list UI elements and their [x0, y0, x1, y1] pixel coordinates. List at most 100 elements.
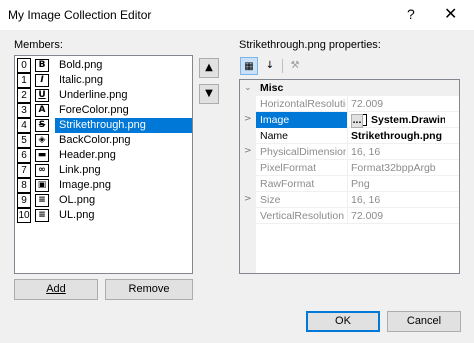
- list-item[interactable]: 10 ≡ UL.png: [17, 208, 192, 223]
- header-icon: ▬: [35, 149, 49, 162]
- item-index: 10: [17, 208, 31, 223]
- property-name: PixelFormat: [260, 162, 317, 174]
- help-button[interactable]: ?: [407, 6, 415, 22]
- item-name: Underline.png: [59, 89, 128, 101]
- item-index: 4: [17, 118, 31, 133]
- property-row[interactable]: VerticalResolution 72.009: [256, 208, 459, 224]
- expand-icon[interactable]: >: [244, 146, 252, 156]
- properties-label: Strikethrough.png properties:: [239, 39, 381, 51]
- item-name: UL.png: [59, 209, 95, 221]
- list-item[interactable]: 6 ▬ Header.png: [17, 148, 192, 163]
- bold-icon: B: [35, 59, 49, 72]
- collapse-icon[interactable]: ⌄: [244, 83, 252, 93]
- remove-button-label: Remove: [128, 283, 170, 295]
- italic-icon: I: [35, 74, 49, 87]
- unordered-list-icon: ≡: [35, 209, 49, 222]
- expand-icon[interactable]: >: [244, 114, 252, 124]
- property-row[interactable]: Size 16, 16: [256, 192, 459, 208]
- cancel-button-label: Cancel: [406, 315, 442, 327]
- grid-margin: [240, 80, 256, 273]
- list-item[interactable]: 3 A ForeColor.png: [17, 103, 192, 118]
- window-title: My Image Collection Editor: [8, 8, 152, 22]
- close-icon[interactable]: ✕: [444, 4, 457, 24]
- cancel-button[interactable]: Cancel: [387, 311, 461, 332]
- ok-button[interactable]: OK: [306, 311, 380, 332]
- list-item-selected[interactable]: 4 S Strikethrough.png: [17, 118, 192, 133]
- item-name: ForeColor.png: [59, 104, 129, 116]
- list-item[interactable]: 1 I Italic.png: [17, 73, 192, 88]
- property-value: 72.009: [351, 98, 384, 110]
- list-item[interactable]: 8 ▣ Image.png: [17, 178, 192, 193]
- property-value: Png: [351, 178, 370, 190]
- underline-icon: U: [35, 89, 49, 102]
- item-index: 2: [17, 88, 31, 103]
- list-item[interactable]: 2 U Underline.png: [17, 88, 192, 103]
- list-item[interactable]: 0 B Bold.png: [17, 58, 192, 73]
- title-bar: My Image Collection Editor ? ✕: [0, 0, 474, 30]
- property-value: System.Drawing.Bitmap: [371, 114, 445, 126]
- add-button-label: Add: [46, 283, 66, 295]
- property-name: VerticalResolution: [260, 210, 345, 222]
- wrench-icon[interactable]: ⚒: [286, 57, 304, 75]
- list-item[interactable]: 5 ◈ BackColor.png: [17, 133, 192, 148]
- arrow-down-icon: ▼: [205, 88, 213, 99]
- property-value-cell: 16, 16: [347, 144, 459, 160]
- property-grid[interactable]: ⌄ Misc HorizontalResolution 72.009 Image…: [239, 79, 460, 274]
- item-name: Image.png: [59, 179, 111, 191]
- remove-button[interactable]: Remove: [105, 279, 193, 300]
- property-name: PhysicalDimension: [260, 146, 346, 158]
- property-row[interactable]: Name Strikethrough.png: [256, 128, 459, 144]
- item-name: Italic.png: [59, 74, 104, 86]
- property-name: HorizontalResolution: [260, 98, 346, 110]
- item-name: Link.png: [59, 164, 101, 176]
- expand-icon[interactable]: >: [244, 194, 252, 204]
- ellipsis-button[interactable]: ...: [351, 114, 363, 128]
- list-item[interactable]: 9 ≡ OL.png: [17, 193, 192, 208]
- ordered-list-icon: ≡: [35, 194, 49, 207]
- alphabetical-icon[interactable]: ↓: [261, 57, 279, 75]
- property-value-cell: 72.009: [347, 96, 459, 112]
- add-button[interactable]: Add: [14, 279, 98, 300]
- item-index: 0: [17, 58, 31, 73]
- property-value: 72.009: [351, 210, 384, 222]
- item-index: 5: [17, 133, 31, 148]
- members-list[interactable]: 0 B Bold.png 1 I Italic.png 2 U Underlin…: [14, 55, 193, 274]
- categorized-icon[interactable]: ▦: [240, 57, 258, 75]
- backcolor-icon: ◈: [35, 134, 49, 147]
- category-row[interactable]: ⌄ Misc: [240, 80, 459, 96]
- property-value-cell[interactable]: S System.Drawing.Bitmap ...: [347, 112, 459, 128]
- property-name: Size: [260, 194, 281, 206]
- move-up-button[interactable]: ▲: [199, 58, 219, 78]
- property-row-selected[interactable]: Image S System.Drawing.Bitmap ...: [256, 112, 459, 128]
- list-item[interactable]: 7 ∞ Link.png: [17, 163, 192, 178]
- property-name: RawFormat: [260, 178, 315, 190]
- item-name: Header.png: [59, 149, 116, 161]
- item-name: BackColor.png: [59, 134, 131, 146]
- members-label: Members:: [14, 39, 63, 51]
- arrow-up-icon: ▲: [205, 62, 213, 73]
- item-index: 3: [17, 103, 31, 118]
- category-name: Misc: [260, 82, 284, 94]
- strikethrough-icon: S: [35, 119, 49, 132]
- item-name: Strikethrough.png: [59, 119, 146, 131]
- property-row[interactable]: PhysicalDimension 16, 16: [256, 144, 459, 160]
- property-value: Strikethrough.png: [351, 130, 442, 142]
- item-index: 9: [17, 193, 31, 208]
- property-value: 16, 16: [351, 146, 381, 158]
- property-name: Image: [256, 112, 347, 128]
- move-down-button[interactable]: ▼: [199, 84, 219, 104]
- item-index: 1: [17, 73, 31, 88]
- item-index: 8: [17, 178, 31, 193]
- forecolor-icon: A: [35, 104, 49, 117]
- property-value-cell[interactable]: Strikethrough.png: [347, 128, 459, 144]
- link-icon: ∞: [35, 164, 49, 177]
- property-row[interactable]: HorizontalResolution 72.009: [256, 96, 459, 112]
- property-value-cell: Png: [347, 176, 459, 192]
- property-name: Name: [260, 130, 289, 142]
- property-value-cell: Format32bppArgb: [347, 160, 459, 176]
- property-row[interactable]: RawFormat Png: [256, 176, 459, 192]
- property-grid-toolbar: ▦ ↓ ⚒: [239, 55, 459, 77]
- property-value-cell: 72.009: [347, 208, 459, 224]
- toolbar-separator: [282, 59, 283, 73]
- property-row[interactable]: PixelFormat Format32bppArgb: [256, 160, 459, 176]
